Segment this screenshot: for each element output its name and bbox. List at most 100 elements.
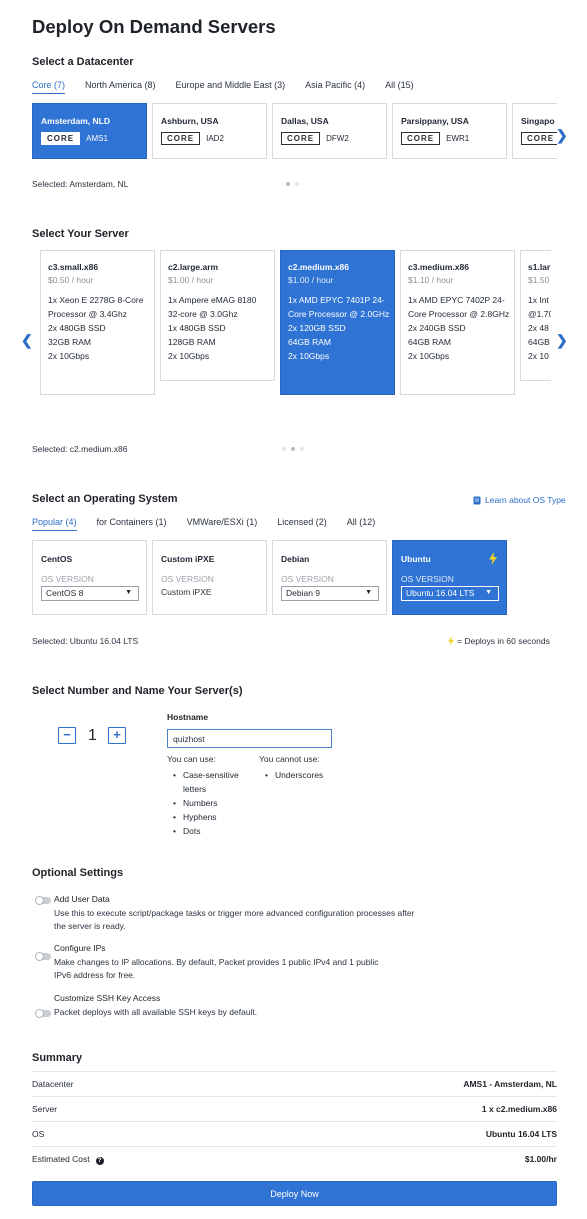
decrement-button[interactable]: − — [58, 727, 76, 744]
server-specs: 1x AMD EPYC 7402P 24-Core Processor @ 2.… — [408, 293, 514, 363]
server-section-title: Select Your Server — [32, 228, 129, 240]
deploy-speed-text: = Deploys in 60 seconds — [457, 636, 550, 646]
tab-licensed[interactable]: Licensed (2) — [277, 517, 327, 531]
server-spec: 1x AMD EPYC 7401P 24-Core Processor @ 2.… — [288, 295, 390, 319]
datacenter-section-title: Select a Datacenter — [32, 56, 134, 68]
server-name: c3.small.x86 — [48, 262, 99, 272]
server-selected-text: Selected: c2.medium.x86 — [32, 444, 128, 454]
tab-for-containers[interactable]: for Containers (1) — [97, 517, 167, 531]
increment-button[interactable]: + — [108, 727, 126, 744]
tab-popular[interactable]: Popular (4) — [32, 517, 77, 531]
summary-row-os: OS Ubuntu 16.04 LTS — [32, 1121, 557, 1146]
tab-all[interactable]: All (15) — [385, 80, 414, 94]
carousel-dot[interactable] — [291, 447, 295, 451]
server-spec: 2x 10Gbps — [408, 351, 450, 361]
os-version-label: OS VERSION — [401, 574, 454, 584]
configure-ips-title: Configure IPs — [54, 943, 106, 953]
summary-label: Estimated Cost — [32, 1153, 90, 1164]
customize-ssh-desc: Packet deploys with all available SSH ke… — [54, 1007, 258, 1017]
can-use-label: You can use: — [167, 754, 216, 764]
server-price: $1.50 — [528, 275, 550, 285]
carousel-dot[interactable] — [300, 447, 304, 451]
configure-ips-desc: Make changes to IP allocations. By defau… — [54, 957, 379, 980]
disallowed-rule: Underscores — [265, 768, 349, 782]
summary-title: Summary — [32, 1052, 83, 1064]
server-carousel: c3.small.x86 $0.50 / hour 1x Xeon E 2278… — [40, 250, 551, 396]
help-icon[interactable]: ? — [95, 1156, 104, 1165]
lightning-bolt-icon — [448, 636, 454, 646]
server-spec: 2x 10Gbps — [288, 351, 330, 361]
tab-core[interactable]: Core (7) — [32, 80, 66, 94]
allowed-rule: Hyphens — [173, 810, 247, 824]
os-card-centos[interactable]: CentOS OS VERSION CentOS 8 ▼ — [32, 540, 147, 615]
summary-value: AMS1 - Amsterdam, NL — [463, 1079, 557, 1089]
os-version-value: Debian 9 — [286, 588, 321, 598]
carousel-dot[interactable] — [295, 182, 299, 186]
tab-vmware-esxi[interactable]: VMWare/ESXi (1) — [187, 517, 258, 531]
allowed-rule: Numbers — [173, 796, 247, 810]
chevron-right-icon[interactable]: ❯ — [556, 127, 568, 144]
tab-all-os[interactable]: All (12) — [347, 517, 376, 531]
server-name: s1.lar — [528, 262, 551, 272]
datacenter-card-amsterdam[interactable]: Amsterdam, NLD CORE AMS1 — [32, 103, 147, 159]
add-user-data-desc: Use this to execute script/package tasks… — [54, 908, 415, 931]
datacenter-card-ashburn[interactable]: Ashburn, USA CORE IAD2 — [152, 103, 267, 159]
server-spec: 1x Xeon E 2278G 8-Core Processor @ 3.4Gh… — [48, 295, 144, 319]
hostname-input[interactable] — [167, 729, 332, 748]
server-price: $1.10 / hour — [408, 275, 454, 285]
server-spec: 2x 240GB SSD — [408, 323, 466, 333]
chevron-right-icon[interactable]: ❯ — [556, 332, 568, 349]
datacenter-card-parsippany[interactable]: Parsippany, USA CORE EWR1 — [392, 103, 507, 159]
core-badge: CORE — [161, 132, 201, 145]
os-name: Debian — [281, 554, 310, 564]
datacenter-card-dallas[interactable]: Dallas, USA CORE DFW2 — [272, 103, 387, 159]
tab-asia-pacific[interactable]: Asia Pacific (4) — [305, 80, 365, 94]
server-spec: 2x 10 — [528, 351, 549, 361]
tab-north-america[interactable]: North America (8) — [85, 80, 156, 94]
datacenter-carousel-dots — [286, 182, 299, 186]
tab-europe-middle-east[interactable]: Europe and Middle East (3) — [176, 80, 286, 94]
server-spec: 32GB RAM — [48, 337, 91, 347]
server-card-c3-medium-x86[interactable]: c3.medium.x86 $1.10 / hour 1x AMD EPYC 7… — [400, 250, 515, 395]
caret-down-icon: ▼ — [125, 589, 132, 596]
server-specs: 1x Xeon E 2278G 8-Core Processor @ 3.4Gh… — [48, 293, 154, 363]
server-card-s1-large[interactable]: s1.lar $1.50 1x Int @1.70 2x 48 64GB 2x … — [520, 250, 551, 381]
book-icon — [473, 496, 481, 504]
datacenter-card-singapore[interactable]: Singapo CORE — [512, 103, 557, 159]
summary-label: Server — [32, 1104, 58, 1114]
deploy-now-button[interactable]: Deploy Now — [32, 1181, 557, 1206]
configure-ips-toggle[interactable] — [35, 951, 51, 961]
carousel-dot[interactable] — [286, 182, 290, 186]
add-user-data-toggle[interactable] — [35, 895, 51, 905]
datacenter-code: IAD2 — [206, 134, 224, 143]
chevron-left-icon[interactable]: ❮ — [21, 332, 33, 349]
allowed-characters: You can use: Case-sensitive letters Numb… — [167, 754, 252, 838]
learn-os-type-link[interactable]: Learn about OS Type — [473, 495, 566, 505]
server-card-c3-small-x86[interactable]: c3.small.x86 $0.50 / hour 1x Xeon E 2278… — [40, 250, 155, 395]
server-spec: 2x 48 — [528, 323, 549, 333]
page-title: Deploy On Demand Servers — [32, 16, 276, 37]
server-name: c2.large.arm — [168, 262, 219, 272]
optional-settings-title: Optional Settings — [32, 867, 124, 879]
carousel-dot[interactable] — [282, 447, 286, 451]
server-spec: 1x Int — [528, 295, 549, 305]
server-price: $1.00 / hour — [168, 275, 214, 285]
os-version-value: Custom iPXE — [161, 587, 212, 597]
os-version-label: OS VERSION — [41, 574, 94, 584]
server-spec: 2x 480GB SSD — [48, 323, 106, 333]
server-spec: 1x 480GB SSD — [168, 323, 226, 333]
os-version-value: CentOS 8 — [46, 588, 84, 598]
os-version-select[interactable]: CentOS 8 ▼ — [41, 586, 139, 601]
server-name: c3.medium.x86 — [408, 262, 469, 272]
os-card-ubuntu[interactable]: Ubuntu OS VERSION Ubuntu 16.04 LTS ▼ — [392, 540, 507, 615]
os-card-custom-ipxe[interactable]: Custom iPXE OS VERSION Custom iPXE — [152, 540, 267, 615]
datacenter-code: EWR1 — [446, 134, 470, 143]
customize-ssh-toggle[interactable] — [35, 1008, 51, 1018]
learn-os-type-text: Learn about OS Type — [485, 495, 566, 505]
os-version-select[interactable]: Debian 9 ▼ — [281, 586, 379, 601]
server-card-c2-medium-x86[interactable]: c2.medium.x86 $1.00 / hour 1x AMD EPYC 7… — [280, 250, 395, 395]
os-card-debian[interactable]: Debian OS VERSION Debian 9 ▼ — [272, 540, 387, 615]
server-price: $0.50 / hour — [48, 275, 94, 285]
server-card-c2-large-arm[interactable]: c2.large.arm $1.00 / hour 1x Ampere eMAG… — [160, 250, 275, 381]
os-version-select[interactable]: Ubuntu 16.04 LTS ▼ — [401, 586, 499, 601]
